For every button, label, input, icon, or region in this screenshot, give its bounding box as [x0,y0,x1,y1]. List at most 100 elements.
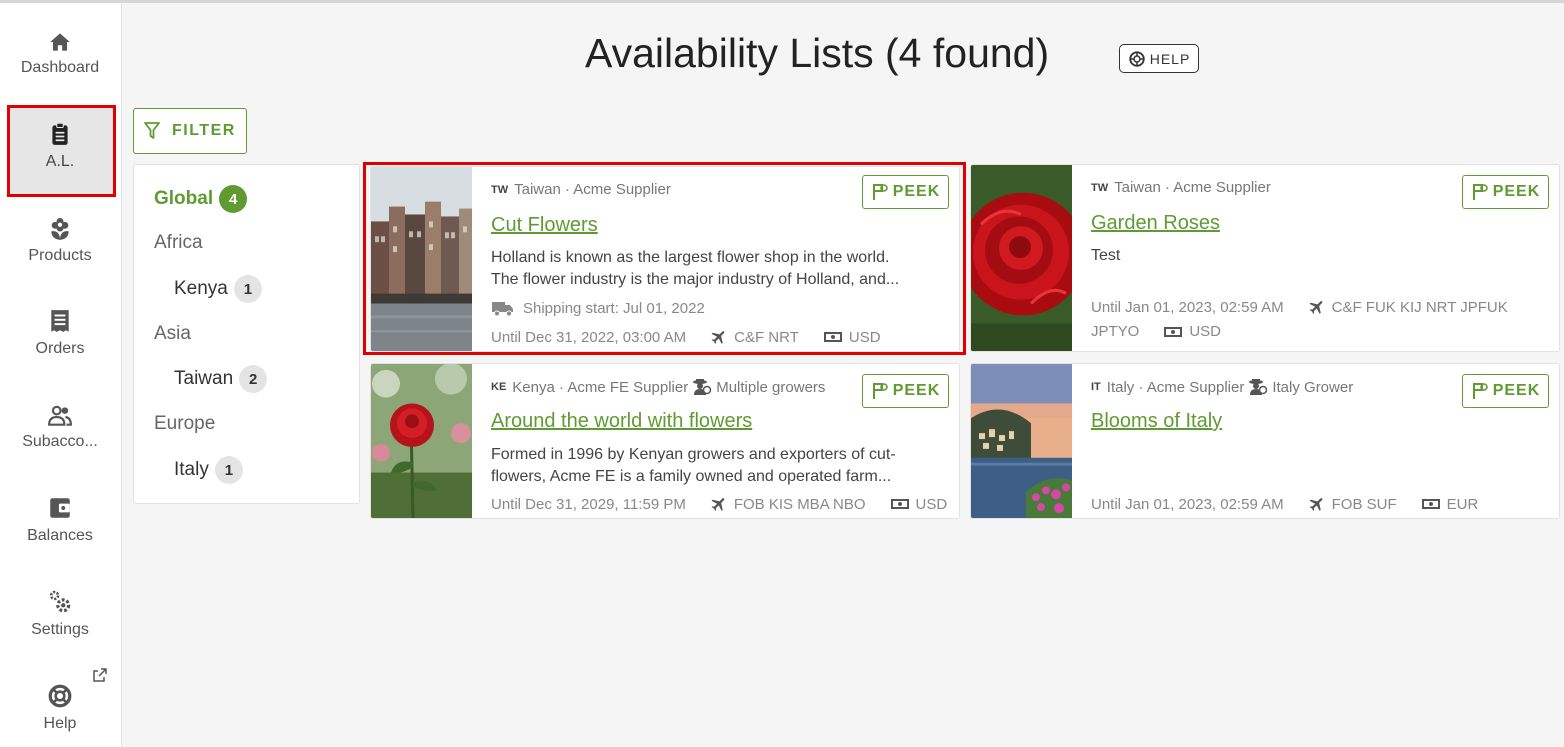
help-button-label: HELP [1149,50,1191,67]
region-group-asia: Asia [154,323,191,345]
sidebar-item-label: Products [28,247,92,264]
lifebuoy-icon [48,684,72,708]
sidebar-item-settings[interactable]: Settings [0,589,122,679]
shipping-terms: FOB KIS MBA NBO [733,495,866,513]
sidebar-item-subaccounts[interactable]: Subacco... [0,403,122,493]
valid-until: Until Jan 01, 2023, 02:59 AM [1091,298,1284,316]
region-country-italy[interactable]: Italy 1 [174,456,243,484]
peek-button[interactable]: PEEK [862,374,949,408]
card-description-line: Holland is known as the largest flower s… [491,249,890,266]
card-location: Italy · Acme Supplier [1106,378,1245,396]
receipt-icon [51,310,69,332]
region-country-label: Taiwan [174,368,234,389]
farmer-icon [693,379,712,395]
sidebar-item-dashboard[interactable]: Dashboard [0,29,122,119]
clipboard-icon [52,122,68,145]
card-description: Holland is known as the largest flower s… [491,247,941,291]
money-icon [1421,499,1440,509]
card-description-line: flowers, Acme FE is a family owned and o… [491,468,892,485]
card-grower: Italy Grower [1272,378,1354,396]
sidebar: Dashboard A.L. Products Orders Subacco..… [0,3,122,747]
sidebar-item-products[interactable]: Products [0,215,122,305]
help-button[interactable]: HELP [1119,44,1199,73]
money-icon [890,499,909,509]
country-code: IT [1091,381,1101,393]
sidebar-item-label: Settings [31,621,89,638]
external-link-icon [93,668,107,682]
card-description: Test [1091,245,1541,267]
card-footer: Until Jan 01, 2023, 02:59 AM C&F FUK KIJ… [1091,298,1508,316]
availability-card[interactable]: TW Taiwan · Acme Supplier PEEK Garden Ro… [970,164,1560,352]
top-border [0,0,1564,3]
home-icon [50,33,70,51]
region-group-label: Europe [154,413,216,434]
farmer-icon [1249,379,1268,395]
availability-card[interactable]: KE Kenya · Acme FE Supplier Multiple gro… [370,363,960,519]
sidebar-item-label: Subacco... [22,433,98,450]
card-image-rose-garden [371,364,472,518]
card-footer: Until Dec 31, 2029, 11:59 PM FOB KIS MBA… [491,495,947,513]
sidebar-item-label: Orders [35,340,85,357]
count-badge: 1 [233,275,262,303]
country-code: TW [1091,181,1109,194]
card-location: Taiwan · Acme Supplier [514,181,671,198]
page-title: Availability Lists (4 found) [585,30,1050,76]
country-code: KE [491,381,507,393]
card-description-line: Test [1091,247,1121,264]
sidebar-item-help[interactable]: Help [0,683,122,747]
card-meta: TW Taiwan · Acme Supplier [1091,179,1271,196]
availability-card[interactable]: TW Taiwan · Acme Supplier PEEK Cut Flowe… [370,166,960,352]
card-meta: TW Taiwan · Acme Supplier [491,181,671,198]
airplane-icon [1309,498,1322,511]
valid-until: Until Dec 31, 2029, 11:59 PM [491,495,686,513]
shipping-start-text: Shipping start: Jul 01, 2022 [523,299,705,317]
peek-button-label: PEEK [892,183,941,200]
card-footer: Until Jan 01, 2023, 02:59 AM FOB SUF EUR [1091,495,1478,513]
card-title-link[interactable]: Blooms of Italy [1091,410,1222,433]
sidebar-item-orders[interactable]: Orders [0,308,122,398]
region-global-label: Global [154,188,214,209]
card-meta: IT Italy · Acme Supplier Italy Grower [1091,378,1353,396]
peek-button[interactable]: PEEK [1462,175,1549,209]
region-filter-panel: Global 4 Africa Kenya 1 Asia Taiwan 2 Eu… [133,164,360,504]
valid-until: Until Dec 31, 2022, 03:00 AM [491,328,687,346]
region-country-taiwan[interactable]: Taiwan 2 [174,365,268,393]
region-group-europe: Europe [154,413,215,435]
region-global[interactable]: Global 4 [154,185,248,213]
region-country-label: Italy [174,459,209,480]
card-footer-line2: JPTYO USD [1091,323,1221,340]
card-title-link[interactable]: Garden Roses [1091,212,1220,235]
shipping-terms: C&F NRT [734,328,799,346]
availability-card[interactable]: IT Italy · Acme Supplier Italy Grower PE… [970,363,1560,519]
filter-button[interactable]: FILTER [133,108,247,154]
sidebar-item-label: A.L. [45,153,75,170]
card-meta: KE Kenya · Acme FE Supplier Multiple gro… [491,378,825,396]
shipping-terms-continued: JPTYO [1091,323,1140,340]
sidebar-item-label: Help [43,715,77,732]
peek-icon [872,383,888,399]
card-description: Formed in 1996 by Kenyan growers and exp… [491,444,941,488]
currency: EUR [1446,495,1479,513]
shipping-terms: FOB SUF [1331,495,1397,513]
region-country-kenya[interactable]: Kenya 1 [174,275,262,303]
lifebuoy-icon [1129,50,1145,67]
filter-button-label: FILTER [172,122,236,139]
airplane-icon [711,331,725,344]
card-description-line: The flower industry is the major industr… [491,271,900,288]
card-title-link[interactable]: Cut Flowers [491,214,598,237]
valid-until: Until Jan 01, 2023, 02:59 AM [1091,495,1284,513]
sidebar-item-balances[interactable]: Balances [0,495,122,585]
card-description-line: Formed in 1996 by Kenyan growers and exp… [491,446,896,463]
shipping-start: Shipping start: Jul 01, 2022 [491,299,705,317]
count-badge: 4 [219,185,248,213]
peek-button[interactable]: PEEK [1462,374,1549,408]
filter-icon [144,122,160,139]
flower-icon [51,218,69,240]
peek-button[interactable]: PEEK [862,175,949,209]
airplane-icon [711,498,725,511]
card-title-link[interactable]: Around the world with flowers [491,410,752,433]
currency: USD [848,328,881,346]
sidebar-item-al[interactable]: A.L. [0,121,122,211]
count-badge: 2 [239,365,268,393]
truck-icon [492,302,513,317]
